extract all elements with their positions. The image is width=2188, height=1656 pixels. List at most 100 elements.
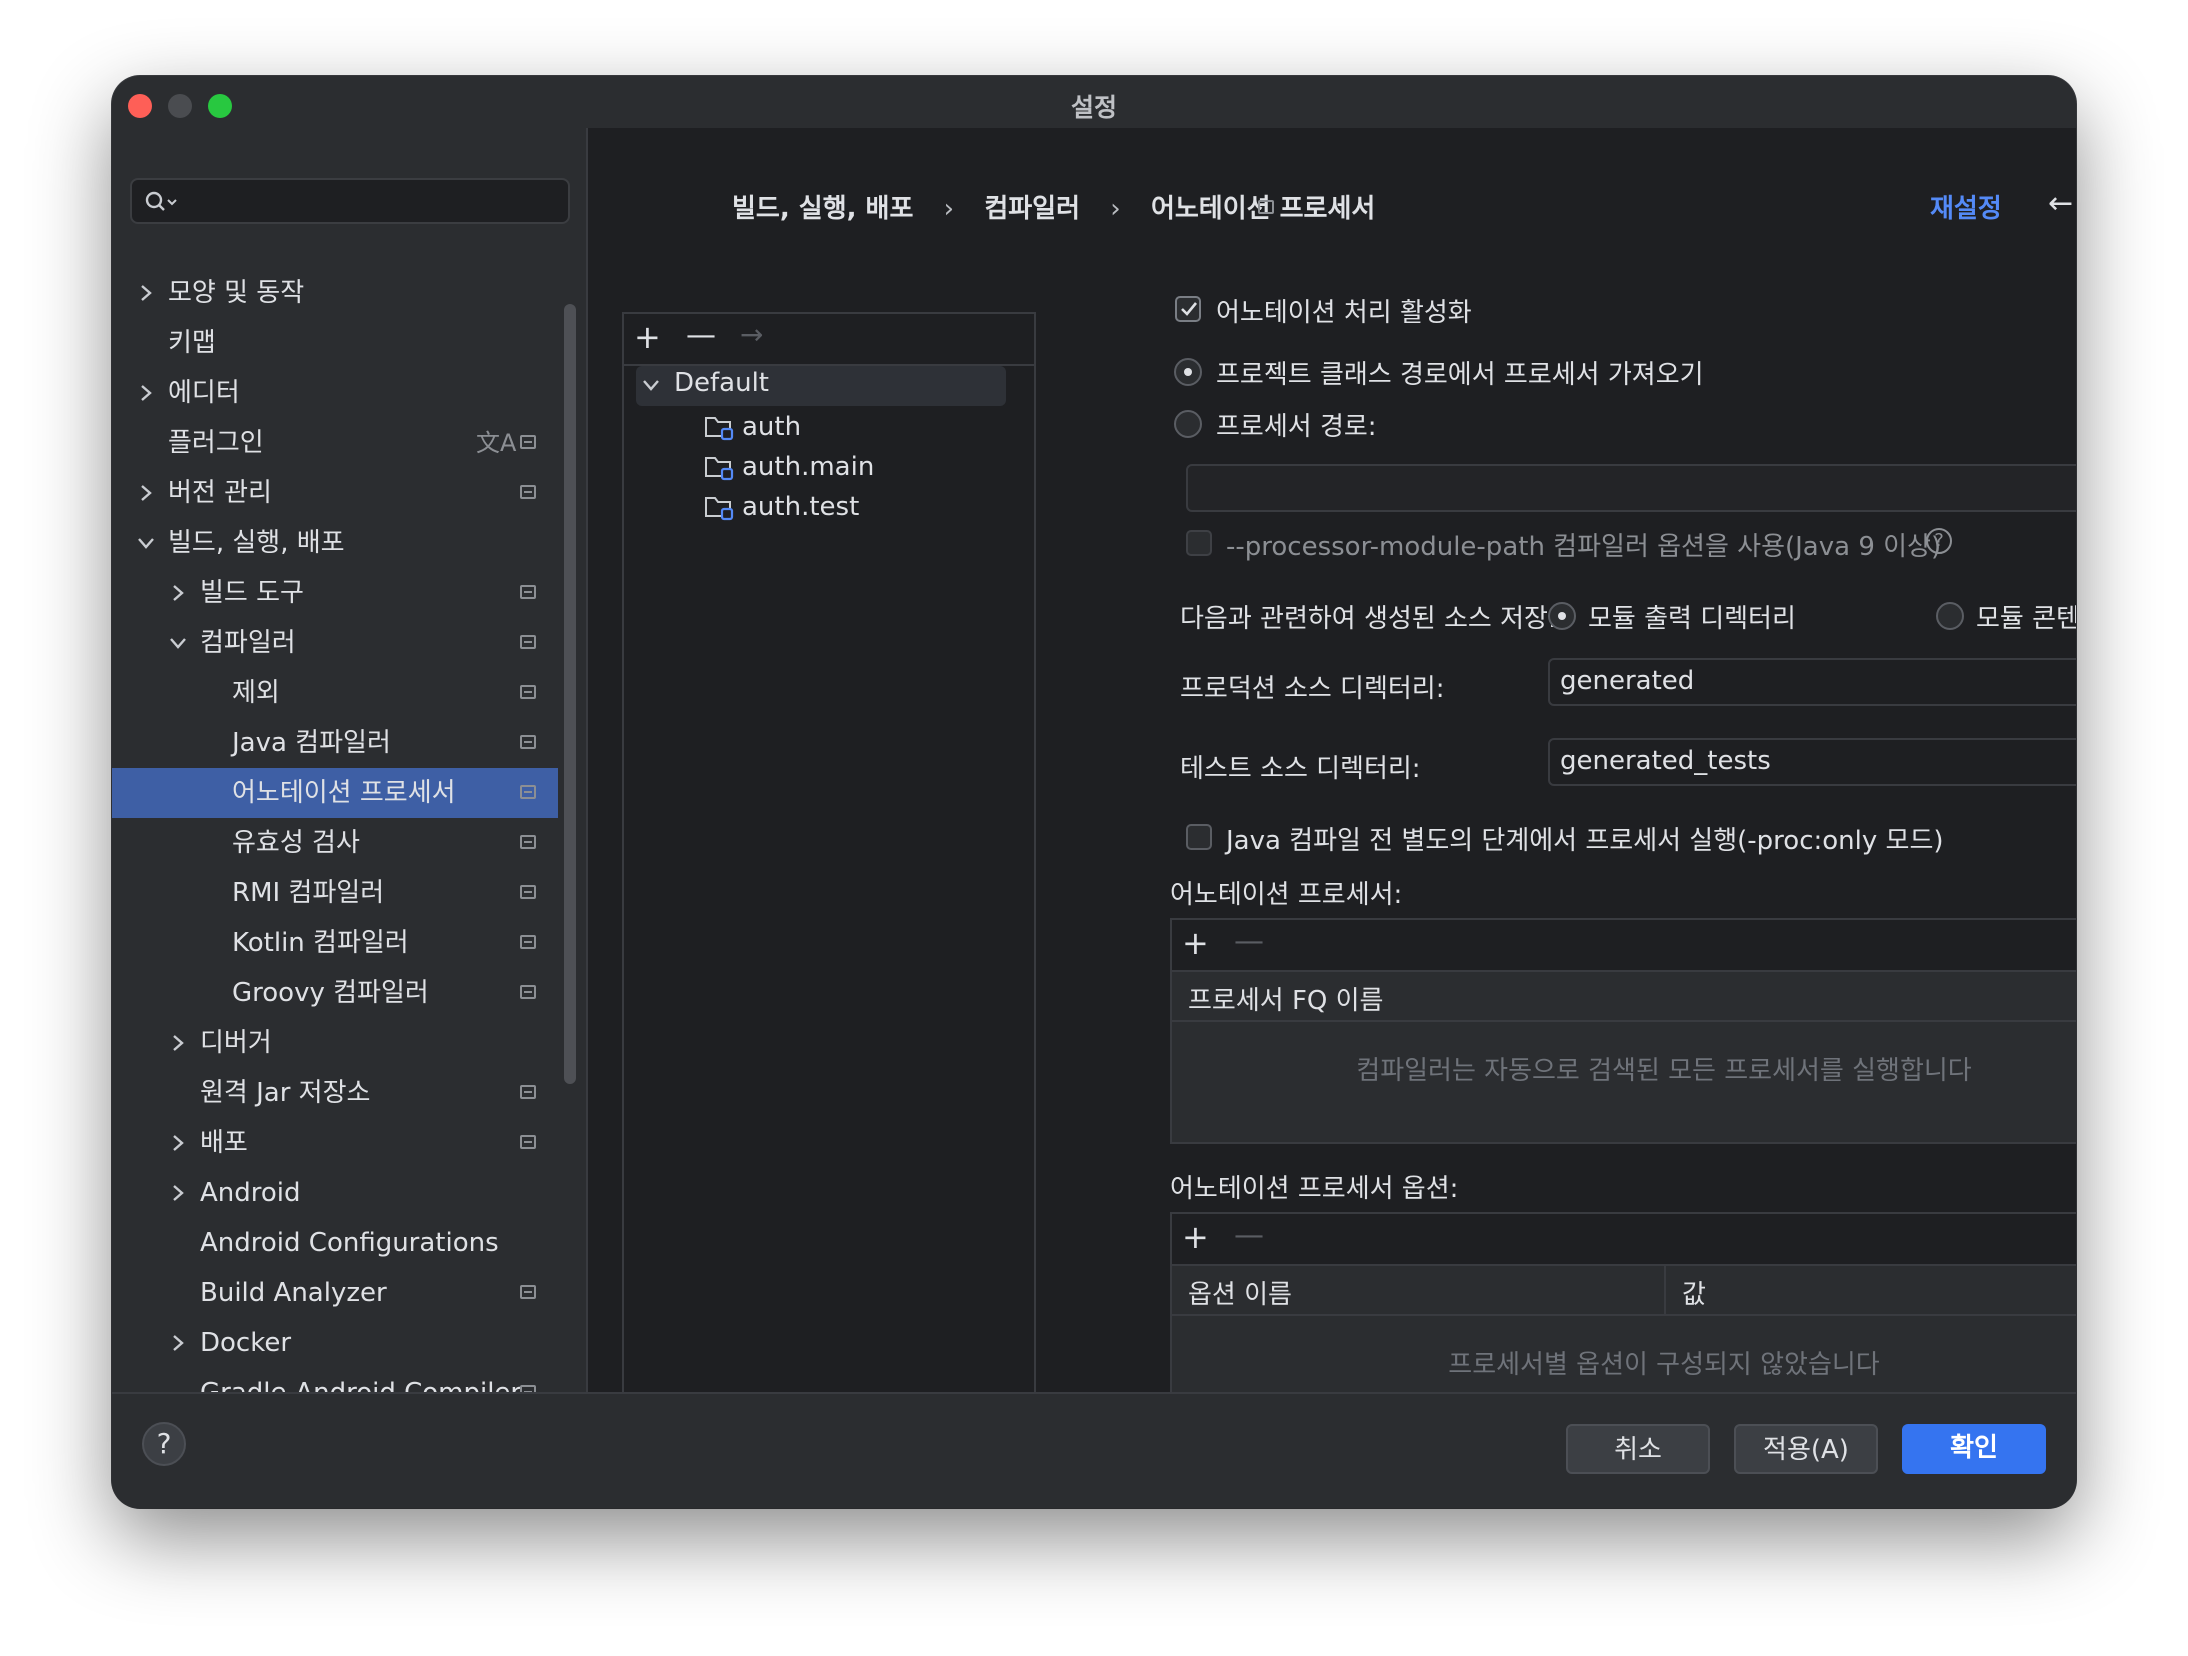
radio-module-content-root[interactable] bbox=[1936, 602, 1964, 630]
enable-annotation-checkbox[interactable] bbox=[1175, 296, 1201, 322]
sidebar-item[interactable]: 키맵 bbox=[112, 318, 558, 368]
option-name-column[interactable]: 옵션 이름 bbox=[1188, 1274, 1292, 1311]
module-label: auth.test bbox=[742, 492, 860, 522]
enable-annotation-label: 어노테이션 처리 활성화 bbox=[1216, 298, 1472, 328]
project-scope-icon bbox=[1258, 200, 1274, 214]
remove-option-icon: — bbox=[1234, 1218, 1264, 1253]
sidebar-item-label: Docker bbox=[200, 1328, 292, 1358]
chevron-down-icon[interactable] bbox=[168, 633, 188, 653]
production-dir-input[interactable]: generated bbox=[1548, 658, 2076, 706]
radio-processor-path[interactable] bbox=[1174, 410, 1202, 438]
processors-table: + — 프로세서 FQ 이름 컴파일러는 자동으로 검색된 모든 프로세서를 실… bbox=[1170, 918, 2076, 1144]
sidebar-item[interactable]: 모양 및 동작 bbox=[112, 268, 558, 318]
add-option-icon[interactable]: + bbox=[1182, 1218, 1209, 1256]
chevron-down-icon[interactable] bbox=[136, 533, 156, 553]
project-scope-icon bbox=[520, 1285, 536, 1299]
sidebar-item[interactable]: 빌드 도구 bbox=[112, 568, 558, 618]
chevron-right-icon[interactable] bbox=[168, 1183, 188, 1203]
module-folder-icon bbox=[705, 497, 734, 521]
help-question-icon[interactable]: ? bbox=[1926, 528, 1952, 554]
sidebar-item-label: Build Analyzer bbox=[200, 1278, 387, 1308]
reset-link[interactable]: 재설정 bbox=[1930, 188, 2002, 225]
sidebar-item[interactable]: 원격 Jar 저장소 bbox=[112, 1068, 558, 1118]
sidebar-item[interactable]: 컴파일러 bbox=[112, 618, 558, 668]
module-row[interactable]: auth.main bbox=[704, 448, 1004, 488]
chevron-right-icon[interactable] bbox=[168, 1033, 188, 1053]
radio-classpath[interactable] bbox=[1174, 358, 1202, 386]
project-scope-icon bbox=[520, 485, 536, 499]
cancel-button[interactable]: 취소 bbox=[1566, 1424, 1710, 1474]
ok-button[interactable]: 확인 bbox=[1902, 1424, 2046, 1474]
sidebar-item[interactable]: Docker bbox=[112, 1318, 558, 1368]
search-icon bbox=[145, 191, 177, 211]
sidebar-item[interactable]: 빌드, 실행, 배포 bbox=[112, 518, 558, 568]
add-processor-icon[interactable]: + bbox=[1182, 924, 1209, 962]
production-dir-label: 프로덕션 소스 디렉터리: bbox=[1180, 674, 1445, 704]
back-arrow-icon[interactable]: ← bbox=[2048, 186, 2073, 221]
project-scope-icon bbox=[520, 885, 536, 899]
sidebar-item-label: 모양 및 동작 bbox=[168, 278, 305, 308]
chevron-down-icon bbox=[643, 380, 659, 391]
breadcrumb-separator: › bbox=[943, 194, 955, 224]
sidebar-item[interactable]: 버전 관리 bbox=[112, 468, 558, 518]
sidebar-item-label: Android bbox=[200, 1178, 301, 1208]
module-folder-icon bbox=[705, 417, 734, 441]
test-dir-input[interactable]: generated_tests bbox=[1548, 738, 2076, 786]
module-label: auth.main bbox=[742, 452, 875, 482]
module-label: auth bbox=[742, 412, 802, 442]
sidebar-item[interactable]: 제외 bbox=[112, 668, 558, 718]
sidebar-item[interactable]: Android bbox=[112, 1168, 558, 1218]
title-bar: 설정 bbox=[112, 76, 2076, 128]
dialog-footer: ? 취소 적용(A) 확인 bbox=[112, 1392, 2076, 1508]
processor-fq-name-column[interactable]: 프로세서 FQ 이름 bbox=[1188, 980, 1383, 1017]
content-pane: 빌드, 실행, 배포 › 컴파일러 › 어노테이션 프로세서 재설정 ← → +… bbox=[588, 128, 2076, 1460]
breadcrumb-item-2[interactable]: 컴파일러 bbox=[984, 194, 1080, 224]
breadcrumb-item-1[interactable]: 빌드, 실행, 배포 bbox=[732, 194, 913, 224]
test-dir-label: 테스트 소스 디렉터리: bbox=[1180, 754, 1421, 784]
sidebar-scrollbar[interactable] bbox=[564, 304, 576, 1084]
sidebar-item[interactable]: 어노테이션 프로세서 bbox=[112, 768, 558, 818]
project-scope-icon bbox=[520, 985, 536, 999]
project-scope-icon bbox=[520, 635, 536, 649]
radio-processor-path-label: 프로세서 경로: bbox=[1216, 412, 1377, 442]
sidebar-item[interactable]: Android Configurations bbox=[112, 1218, 558, 1268]
sidebar-item[interactable]: 유효성 검사 bbox=[112, 818, 558, 868]
proc-only-checkbox[interactable] bbox=[1186, 824, 1212, 850]
sidebar-item[interactable]: Build Analyzer bbox=[112, 1268, 558, 1318]
radio-module-output[interactable] bbox=[1548, 602, 1576, 630]
move-profile-icon: → bbox=[740, 318, 764, 351]
help-button[interactable]: ? bbox=[142, 1422, 186, 1466]
option-value-column[interactable]: 값 bbox=[1682, 1274, 1706, 1311]
column-divider bbox=[1664, 1266, 1666, 1314]
settings-search-field[interactable] bbox=[130, 178, 570, 224]
sidebar-item[interactable]: 배포 bbox=[112, 1118, 558, 1168]
chevron-right-icon[interactable] bbox=[136, 483, 156, 503]
sidebar-item[interactable]: RMI 컴파일러 bbox=[112, 868, 558, 918]
chevron-right-icon[interactable] bbox=[168, 583, 188, 603]
radio-module-output-label: 모듈 출력 디렉터리 bbox=[1588, 604, 1796, 634]
sidebar-item-label: 유효성 검사 bbox=[232, 828, 360, 858]
sidebar-item[interactable]: Java 컴파일러 bbox=[112, 718, 558, 768]
module-row[interactable]: auth.test bbox=[704, 488, 1004, 528]
profile-default-row[interactable]: Default bbox=[636, 366, 1006, 406]
breadcrumb-separator: › bbox=[1110, 194, 1121, 224]
chevron-right-icon[interactable] bbox=[136, 383, 156, 403]
apply-button[interactable]: 적용(A) bbox=[1734, 1424, 1878, 1474]
sidebar-item[interactable]: 에디터 bbox=[112, 368, 558, 418]
project-scope-icon bbox=[520, 435, 536, 449]
chevron-right-icon[interactable] bbox=[136, 283, 156, 303]
sidebar-item[interactable]: 디버거 bbox=[112, 1018, 558, 1068]
chevron-right-icon[interactable] bbox=[168, 1333, 188, 1353]
sidebar-item[interactable]: Groovy 컴파일러 bbox=[112, 968, 558, 1018]
settings-sidebar: 모양 및 동작키맵 에디터 플러그인 文A 버전 관리 빌드, 실행, 배포 빌드 도구 컴파… bbox=[112, 128, 588, 1458]
module-row[interactable]: auth bbox=[704, 408, 1004, 448]
search-input[interactable] bbox=[184, 184, 558, 220]
sidebar-item[interactable]: 플러그인 文A bbox=[112, 418, 558, 468]
remove-profile-icon[interactable]: — bbox=[686, 318, 716, 353]
sidebar-item[interactable]: Kotlin 컴파일러 bbox=[112, 918, 558, 968]
module-path-label: --processor-module-path 컴파일러 옵션을 사용(Java… bbox=[1226, 532, 1942, 562]
translate-icon: 文A bbox=[476, 429, 517, 457]
add-profile-icon[interactable]: + bbox=[634, 318, 661, 356]
sidebar-item-label: 원격 Jar 저장소 bbox=[200, 1078, 371, 1108]
chevron-right-icon[interactable] bbox=[168, 1133, 188, 1153]
